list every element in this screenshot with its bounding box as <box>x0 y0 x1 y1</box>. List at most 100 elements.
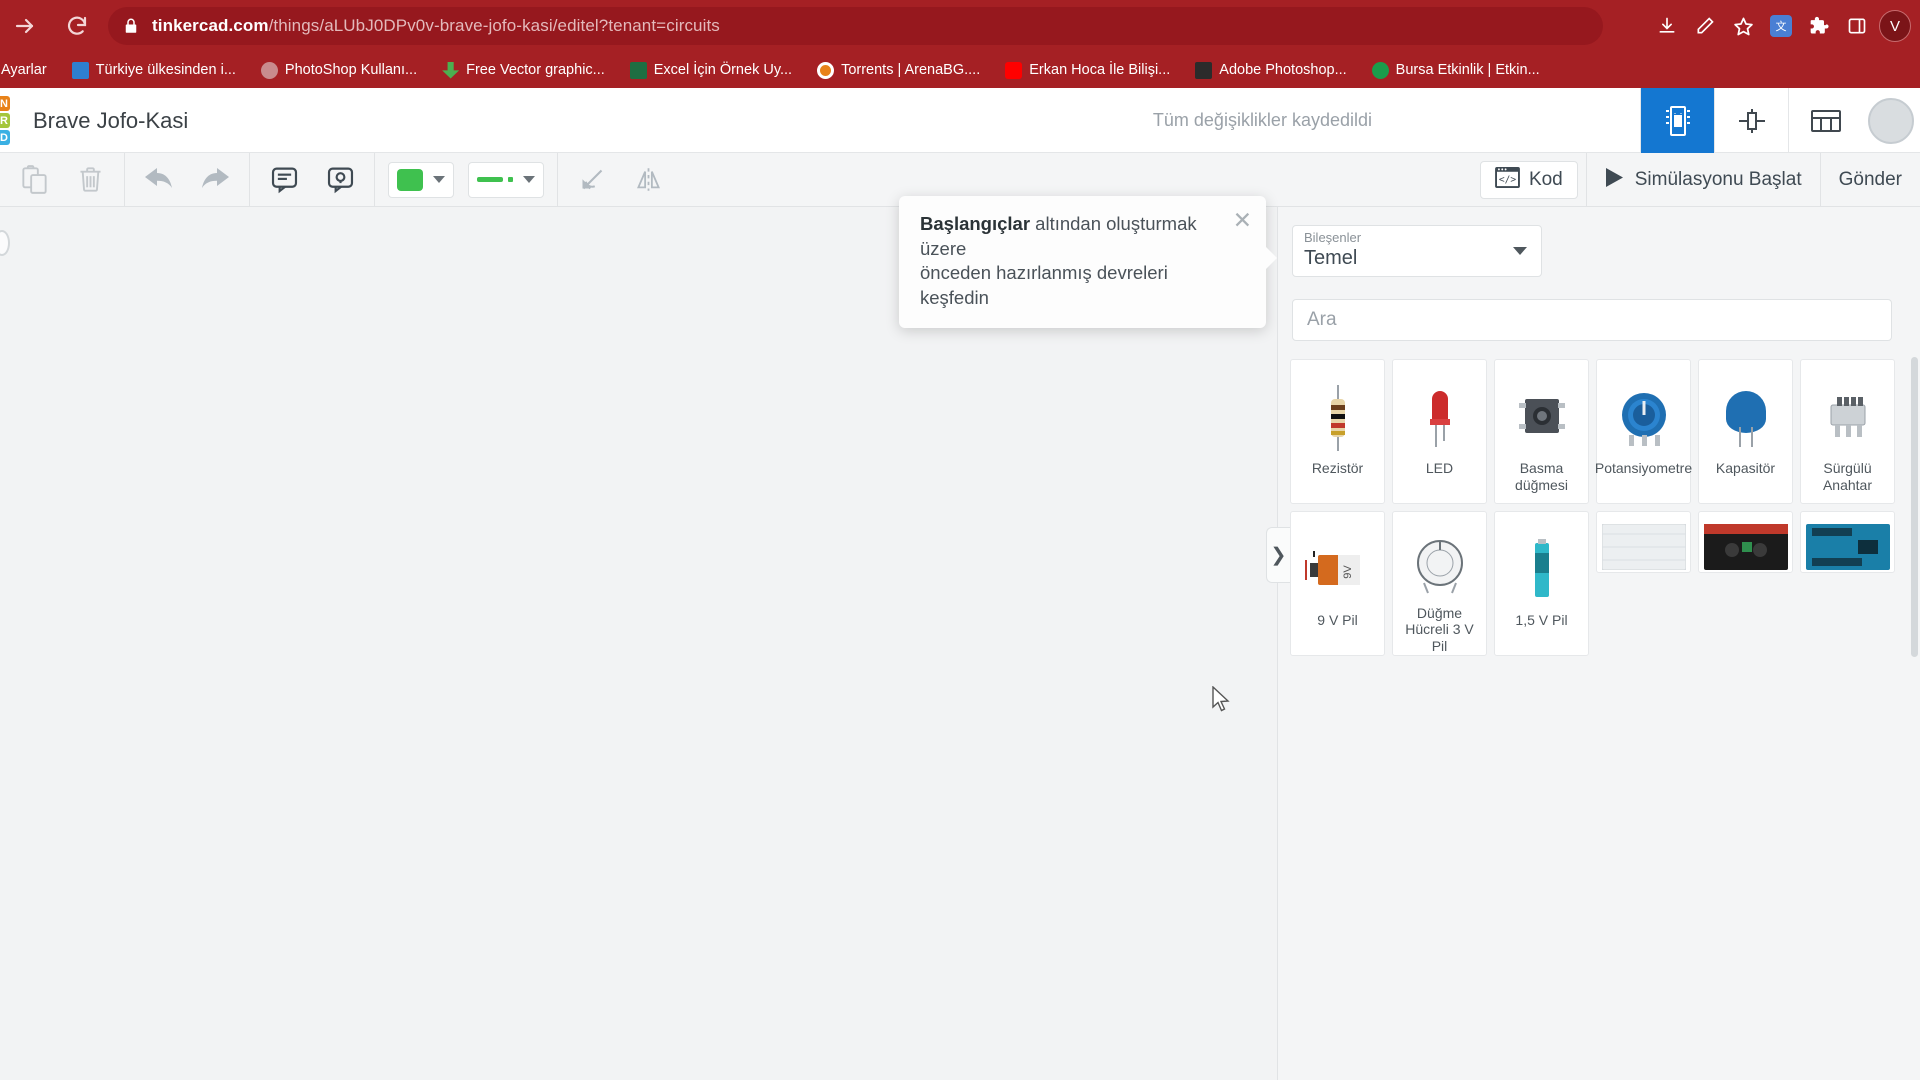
tab-circuits-view[interactable] <box>1640 88 1714 153</box>
wire-color-picker[interactable] <box>388 161 454 198</box>
led-icon <box>1423 382 1457 454</box>
dropdown-value: Temel <box>1304 246 1358 269</box>
avatar[interactable]: V <box>1878 9 1912 43</box>
view-tabs <box>1640 88 1920 153</box>
user-avatar[interactable] <box>1862 88 1920 153</box>
components-category-dropdown[interactable]: Bileşenler Temel <box>1292 225 1542 277</box>
color-swatch <box>397 168 423 191</box>
component-led[interactable]: LED <box>1392 359 1487 504</box>
tooltip-line2: önceden hazırlanmış devreleri <box>920 262 1168 284</box>
page-title[interactable]: Brave Jofo-Kasi <box>33 88 188 153</box>
address-bar[interactable]: tinkercad.com/things/aLUbJ0DPv0v-brave-j… <box>108 7 1603 45</box>
send-button[interactable]: Gönder <box>1821 153 1920 207</box>
code-button[interactable]: </> Kod <box>1479 161 1578 199</box>
close-icon[interactable]: ✕ <box>1233 209 1252 232</box>
component-battery-9v[interactable]: 9V 9 V Pil <box>1290 511 1385 656</box>
component-pushbutton[interactable]: Basma düğmesi <box>1494 359 1589 504</box>
avatar-image <box>1868 97 1914 144</box>
component-slide-switch[interactable]: Sürgülü Anahtar <box>1800 359 1895 504</box>
reload-icon[interactable] <box>56 5 98 47</box>
tooltip-text: Başlangıçlar altından oluşturmak üzere ö… <box>920 212 1246 310</box>
tab-list-view[interactable] <box>1788 88 1862 153</box>
breadboard-icon <box>1601 522 1686 572</box>
bookmark-item[interactable]: Erkan Hoca İle Bilişi... <box>996 59 1179 82</box>
toolbar-group-style <box>375 153 557 207</box>
youtube-icon <box>1005 61 1023 79</box>
bookmark-label: Free Vector graphic... <box>466 62 605 78</box>
component-resistor[interactable]: Rezistör <box>1290 359 1385 504</box>
bookmark-item[interactable]: Bursa Etkinlik | Etkin... <box>1363 59 1549 82</box>
component-capacitor[interactable]: Kapasitör <box>1698 359 1793 504</box>
logo-letter: D <box>0 130 10 145</box>
mouse-cursor <box>1211 685 1231 719</box>
send-button-label: Gönder <box>1838 169 1902 190</box>
tab-schematic-view[interactable] <box>1714 88 1788 153</box>
chevron-down-icon <box>433 176 445 183</box>
wire-preview <box>477 177 503 182</box>
component-label: Sürgülü Anahtar <box>1822 460 1873 493</box>
microbit-icon <box>1703 522 1788 572</box>
bookmark-label: Torrents | ArenaBG.... <box>841 62 981 78</box>
arduino-icon <box>1805 522 1890 572</box>
component-potentiometer[interactable]: Potansiyometre <box>1595 359 1692 504</box>
start-simulation-button[interactable]: Simülasyonu Başlat <box>1585 153 1821 207</box>
svg-text:9V: 9V <box>1342 565 1354 579</box>
wire-dash <box>508 177 513 182</box>
forward-arrow-icon[interactable] <box>4 5 46 47</box>
bookmark-label: Adobe Photoshop... <box>1219 62 1347 78</box>
bookmark-item[interactable]: PhotoShop Kullanı... <box>252 59 426 82</box>
component-microbit[interactable] <box>1698 511 1793 573</box>
mirror-icon[interactable] <box>620 153 676 207</box>
note-icon[interactable] <box>256 153 312 207</box>
edit-bookmark-icon[interactable] <box>1688 9 1722 43</box>
url-text: tinkercad.com/things/aLUbJ0DPv0v-brave-j… <box>152 16 720 36</box>
lock-icon <box>122 17 140 35</box>
search-input-wrapper[interactable] <box>1292 299 1892 341</box>
capacitor-icon <box>1724 382 1768 454</box>
globe-icon <box>1371 61 1389 79</box>
bookmark-item[interactable]: Free Vector graphic... <box>433 59 614 82</box>
battery15-icon <box>1527 534 1557 606</box>
component-breadboard[interactable] <box>1596 511 1691 573</box>
undo-arrow-icon[interactable] <box>131 153 187 207</box>
component-label: Basma düğmesi <box>1515 460 1568 493</box>
component-label: Düğme Hücreli 3 V Pil <box>1405 604 1474 655</box>
comment-icon[interactable] <box>312 153 368 207</box>
bookmark-item[interactable]: Excel İçin Örnek Uy... <box>621 59 801 82</box>
translate-icon[interactable]: 文 <box>1764 9 1798 43</box>
url-path: /things/aLUbJ0DPv0v-brave-jofo-kasi/edit… <box>268 16 720 35</box>
toolbar-group-annotate <box>250 152 375 207</box>
component-arduino[interactable] <box>1800 511 1895 573</box>
rotate-icon[interactable] <box>564 153 620 207</box>
tinkercad-logo[interactable]: N R D <box>0 96 12 145</box>
logo-letter: R <box>0 113 10 128</box>
component-battery-1-5v[interactable]: 1,5 V Pil <box>1494 511 1589 656</box>
wire-style-picker[interactable] <box>468 161 544 198</box>
panel-collapse-handle[interactable]: ❯ <box>1266 527 1290 583</box>
copy-icon[interactable] <box>6 153 62 207</box>
component-label: Rezistör <box>1311 460 1364 476</box>
bookmark-item[interactable]: Torrents | ArenaBG.... <box>808 59 989 82</box>
bookmark-label: Türkiye ülkesinden i... <box>95 62 236 78</box>
component-coin-cell-3v[interactable]: Düğme Hücreli 3 V Pil <box>1392 511 1487 656</box>
redo-arrow-icon[interactable] <box>187 153 243 207</box>
star-icon[interactable] <box>1726 9 1760 43</box>
url-domain: tinkercad.com <box>152 16 269 35</box>
bookmark-item[interactable]: Adobe Photoshop... <box>1186 59 1355 82</box>
battery9v-icon: 9V <box>1304 534 1372 606</box>
code-window-icon: </> <box>1495 166 1520 194</box>
trash-icon[interactable] <box>62 153 118 207</box>
side-panel-icon[interactable] <box>1840 9 1874 43</box>
chevron-down-icon <box>523 176 535 183</box>
download-icon[interactable] <box>1650 9 1684 43</box>
bookmark-item[interactable]: Ayarlar <box>0 59 56 81</box>
search-input[interactable] <box>1307 309 1877 331</box>
bookmark-label: PhotoShop Kullanı... <box>284 62 418 78</box>
toolbar-right-group: </> Kod Simülasyonu Başlat Gönder <box>1479 153 1920 207</box>
canvas-left-handle[interactable] <box>0 230 10 256</box>
browser-window: tinkercad.com/things/aLUbJ0DPv0v-brave-j… <box>0 0 1920 1080</box>
extensions-icon[interactable] <box>1802 9 1836 43</box>
bookmark-item[interactable]: Türkiye ülkesinden i... <box>63 59 245 82</box>
adobe-icon <box>1195 61 1213 79</box>
panel-scrollbar[interactable] <box>1911 357 1918 657</box>
